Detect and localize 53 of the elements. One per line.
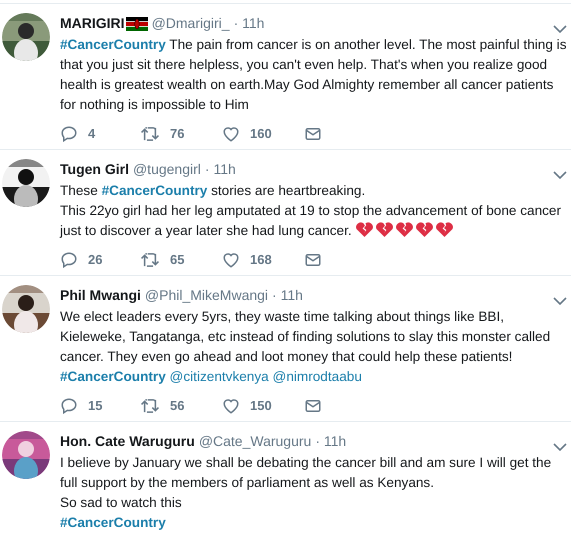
action-count: 15 bbox=[88, 397, 102, 416]
broken-heart-icon bbox=[395, 221, 414, 238]
action-count: 26 bbox=[88, 251, 102, 270]
tweet-time[interactable]: · 11h bbox=[204, 159, 236, 180]
tweet-text: I believe by January we shall be debating the cancer bill and am sure I will get the full support by the members of parliament as well as Kenyans. So sad to watch this #CancerCountry bbox=[60, 454, 552, 532]
heart-icon[interactable] bbox=[222, 125, 240, 143]
reply-icon[interactable] bbox=[60, 251, 78, 269]
reply-icon[interactable] bbox=[60, 397, 78, 415]
heart-icon[interactable] bbox=[222, 397, 240, 415]
author-name[interactable]: Tugen Girl bbox=[60, 159, 129, 180]
chevron-down-icon[interactable] bbox=[553, 170, 567, 180]
hashtag-link[interactable]: #CancerCountry bbox=[60, 37, 166, 52]
retweet-icon[interactable] bbox=[140, 251, 160, 269]
mail-icon[interactable] bbox=[304, 125, 322, 143]
hashtag-link[interactable]: #CancerCountry bbox=[102, 183, 208, 198]
tweet-text: #CancerCountry The pain from cancer is on another level. The most painful thing is that you just sit there helpless, you can't even help. That's when you realize good health is greatest wealth on earth.May God Almighty remember all cancer patients for nothing is impossible to Him bbox=[60, 36, 567, 114]
author-name[interactable]: Hon. Cate Waruguru bbox=[60, 431, 195, 452]
mention-link[interactable]: @nimrodtaabu bbox=[272, 369, 362, 384]
action-count: 4 bbox=[88, 125, 96, 144]
action-count: 76 bbox=[170, 125, 184, 144]
retweet-icon[interactable] bbox=[140, 125, 160, 143]
mail-icon[interactable] bbox=[304, 251, 322, 269]
tweet-time[interactable]: · 11h bbox=[315, 431, 346, 452]
action-count: 168 bbox=[250, 251, 272, 270]
author-handle[interactable]: @Cate_Waruguru bbox=[198, 431, 312, 452]
broken-heart-icon bbox=[435, 221, 454, 238]
action-count: 65 bbox=[170, 251, 184, 270]
author-handle[interactable]: @Dmarigiri_ bbox=[152, 13, 230, 34]
tweet-text: We elect leaders every 5yrs, they waste time talking about things like BBI, Kieleweke, Tangatanga, etc instead of finding solutions to slay this monster called cancer. They even go ahead and loot money that could help these patients! #CancerCountry @citizentvkenya @nimrodtaabu bbox=[60, 308, 552, 386]
hashtag-link[interactable]: #CancerCountry bbox=[60, 369, 166, 384]
author-handle[interactable]: @Phil_MikeMwangi bbox=[144, 285, 268, 306]
action-count: 160 bbox=[250, 125, 272, 144]
author-name[interactable]: Phil Mwangi bbox=[60, 285, 141, 306]
hashtag-link[interactable]: #CancerCountry bbox=[60, 515, 166, 530]
author-handle[interactable]: @tugengirl bbox=[132, 159, 201, 180]
chevron-down-icon[interactable] bbox=[553, 442, 567, 452]
flag-icon bbox=[126, 16, 148, 30]
broken-heart-icon bbox=[415, 221, 434, 238]
action-count: 150 bbox=[250, 397, 272, 416]
tweet-time[interactable]: · 11h bbox=[234, 13, 264, 34]
action-count: 56 bbox=[170, 397, 184, 416]
broken-heart-icon bbox=[375, 221, 394, 238]
tweet-time[interactable]: · 11h bbox=[272, 285, 303, 306]
chevron-down-icon[interactable] bbox=[553, 24, 567, 34]
heart-icon[interactable] bbox=[222, 251, 240, 269]
broken-heart-icon bbox=[355, 221, 374, 238]
mention-link[interactable]: @citizentvkenya bbox=[170, 369, 269, 384]
author-name[interactable]: MARIGIRI bbox=[60, 13, 125, 34]
tweet-text: These #CancerCountry stories are heartbreaking. This 22yo girl had her leg amputated at 19 to stop the advancement of bone cancer just to discover a year later she had lung cancer. bbox=[60, 182, 562, 240]
mail-icon[interactable] bbox=[304, 397, 322, 415]
retweet-icon[interactable] bbox=[140, 397, 160, 415]
chevron-down-icon[interactable] bbox=[553, 296, 567, 306]
reply-icon[interactable] bbox=[60, 125, 78, 143]
